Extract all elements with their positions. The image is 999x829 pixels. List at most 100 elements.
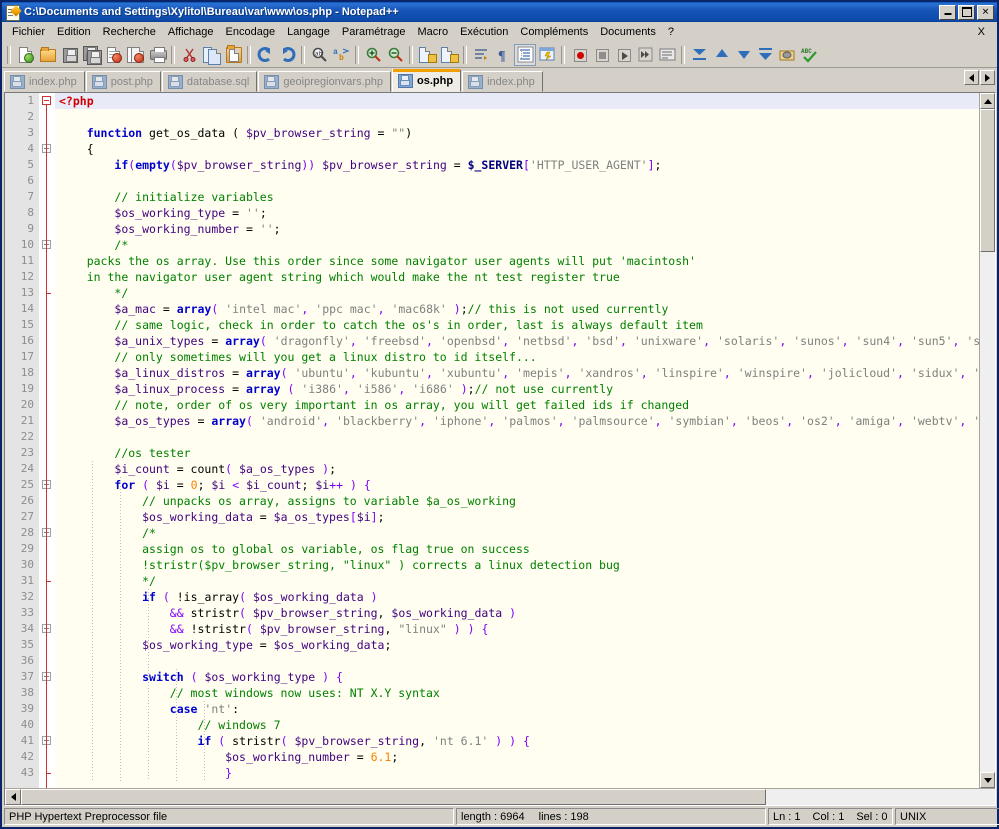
menu-encodage[interactable]: Encodage: [220, 24, 282, 40]
menu-documents[interactable]: Documents: [594, 24, 662, 40]
menu-langage[interactable]: Langage: [281, 24, 336, 40]
code-line[interactable]: /*: [55, 237, 979, 253]
code-line[interactable]: // most windows now uses: NT X.Y syntax: [55, 685, 979, 701]
show-all-chars-button[interactable]: ¶: [492, 44, 514, 66]
vertical-scrollbar[interactable]: [979, 93, 995, 788]
maximize-button[interactable]: [958, 4, 975, 20]
word-wrap-button[interactable]: [470, 44, 492, 66]
code-line[interactable]: // same logic, check in order to catch t…: [55, 317, 979, 333]
menu-affichage[interactable]: Affichage: [162, 24, 220, 40]
code-line[interactable]: $os_working_data = $a_os_types[$i];: [55, 509, 979, 525]
zoom-out-button[interactable]: [384, 44, 406, 66]
code-line[interactable]: // note, order of os very important in o…: [55, 397, 979, 413]
zoom-in-button[interactable]: [362, 44, 384, 66]
tab-geoipregionvars-php[interactable]: geoipregionvars.php: [258, 71, 391, 92]
code-line[interactable]: [55, 429, 979, 445]
code-line[interactable]: [55, 653, 979, 669]
code-line[interactable]: */: [55, 285, 979, 301]
horizontal-scrollbar[interactable]: [5, 788, 995, 805]
replace-button[interactable]: ab: [330, 44, 352, 66]
play-macro-button[interactable]: [612, 44, 634, 66]
undo-button[interactable]: [254, 44, 276, 66]
expand-level-button[interactable]: [732, 44, 754, 66]
vertical-scroll-track[interactable]: [980, 252, 995, 772]
code-line[interactable]: $os_working_type = '';: [55, 205, 979, 221]
menu-complements[interactable]: Compléments: [514, 24, 594, 40]
code-line[interactable]: // unpacks os array, assigns to variable…: [55, 493, 979, 509]
tab-scroll-right-button[interactable]: [980, 70, 995, 85]
cut-button[interactable]: [178, 44, 200, 66]
menu-help[interactable]: ?: [662, 24, 680, 40]
code-line[interactable]: /*: [55, 525, 979, 541]
copy-button[interactable]: [200, 44, 222, 66]
close-document-button[interactable]: X: [970, 24, 993, 40]
code-line[interactable]: */: [55, 573, 979, 589]
code-line[interactable]: $i_count = count( $a_os_types );: [55, 461, 979, 477]
code-line[interactable]: for ( $i = 0; $i < $i_count; $i++ ) {: [55, 477, 979, 493]
user-defined-dialog-button[interactable]: [536, 44, 558, 66]
code-line[interactable]: <?php: [55, 93, 979, 109]
vertical-scroll-thumb[interactable]: [980, 109, 995, 252]
code-line[interactable]: $os_working_number = '';: [55, 221, 979, 237]
code-line[interactable]: }: [55, 765, 979, 781]
tab-index-php-2[interactable]: index.php: [462, 71, 543, 92]
code-line[interactable]: $a_mac = array( 'intel mac', 'ppc mac', …: [55, 301, 979, 317]
code-line[interactable]: !stristr($pv_browser_string, "linux" ) c…: [55, 557, 979, 573]
close-file-button[interactable]: [102, 44, 124, 66]
close-all-button[interactable]: [124, 44, 146, 66]
code-line[interactable]: $a_os_types = array( 'android', 'blackbe…: [55, 413, 979, 429]
horizontal-scroll-track[interactable]: [766, 789, 995, 805]
code-line[interactable]: $os_working_number = 6.1;: [55, 749, 979, 765]
scintilla-view[interactable]: 1 2 3 4 5 6 7 8 9 10 11 12 13 14 15 16 17 18 19 20 21 22 23 24 2…: [5, 93, 979, 788]
code-line[interactable]: assign os to global os variable, os flag…: [55, 541, 979, 557]
code-line[interactable]: $a_linux_process = array ( 'i386', 'i586…: [55, 381, 979, 397]
fold-margin[interactable]: [39, 93, 55, 788]
scroll-up-button[interactable]: [980, 93, 995, 109]
code-line[interactable]: && !stristr( $pv_browser_string, "linux"…: [55, 621, 979, 637]
fold-collapse-marker[interactable]: [42, 96, 51, 105]
code-line[interactable]: // only sometimes will you get a linux d…: [55, 349, 979, 365]
sync-vertical-button[interactable]: [416, 44, 438, 66]
code-line[interactable]: if ( stristr( $pv_browser_string, 'nt 6.…: [55, 733, 979, 749]
collapse-all-button[interactable]: [688, 44, 710, 66]
code-line[interactable]: packs the os array. Use this order since…: [55, 253, 979, 269]
code-line[interactable]: if(empty($pv_browser_string)) $pv_browse…: [55, 157, 979, 173]
code-text-area[interactable]: <?php function get_os_data ( $pv_browser…: [55, 93, 979, 788]
indent-guide-button[interactable]: [514, 43, 536, 66]
redo-button[interactable]: [276, 44, 298, 66]
code-line[interactable]: if ( !is_array( $os_working_data ): [55, 589, 979, 605]
paste-button[interactable]: [222, 44, 244, 66]
menu-execution[interactable]: Exécution: [454, 24, 514, 40]
tab-post-php[interactable]: post.php: [85, 71, 161, 92]
tab-index-php-1[interactable]: index.php: [4, 71, 85, 92]
tab-scroll-left-button[interactable]: [964, 70, 979, 85]
code-line[interactable]: {: [55, 141, 979, 157]
code-line[interactable]: case 'nt':: [55, 701, 979, 717]
code-line[interactable]: $a_linux_distros = array( 'ubuntu', 'kub…: [55, 365, 979, 381]
menu-macro[interactable]: Macro: [412, 24, 455, 40]
open-file-button[interactable]: [36, 44, 58, 66]
code-line[interactable]: [55, 173, 979, 189]
code-line[interactable]: $a_unix_types = array( 'dragonfly', 'fre…: [55, 333, 979, 349]
code-line[interactable]: $os_working_type = $os_working_data;: [55, 637, 979, 653]
stop-recording-button[interactable]: [590, 44, 612, 66]
code-line[interactable]: // initialize variables: [55, 189, 979, 205]
print-button[interactable]: [146, 44, 168, 66]
code-line[interactable]: function get_os_data ( $pv_browser_strin…: [55, 125, 979, 141]
collapse-level-button[interactable]: [710, 44, 732, 66]
save-button[interactable]: [58, 44, 80, 66]
horizontal-scroll-thumb[interactable]: [21, 789, 766, 805]
menu-edition[interactable]: Edition: [51, 24, 97, 40]
minimize-button[interactable]: [939, 4, 956, 20]
save-macro-button[interactable]: [656, 44, 678, 66]
scroll-left-button[interactable]: [5, 789, 21, 805]
find-button[interactable]: ab: [308, 44, 330, 66]
close-button[interactable]: ✕: [977, 4, 994, 20]
spell-check-button[interactable]: ABC: [798, 44, 820, 66]
tab-database-sql[interactable]: database.sql: [161, 71, 258, 92]
code-line[interactable]: && stristr( $pv_browser_string, $os_work…: [55, 605, 979, 621]
save-all-button[interactable]: [80, 44, 102, 66]
code-line[interactable]: in the navigator user agent string which…: [55, 269, 979, 285]
expand-all-button[interactable]: [754, 44, 776, 66]
menu-fichier[interactable]: Fichier: [6, 24, 51, 40]
